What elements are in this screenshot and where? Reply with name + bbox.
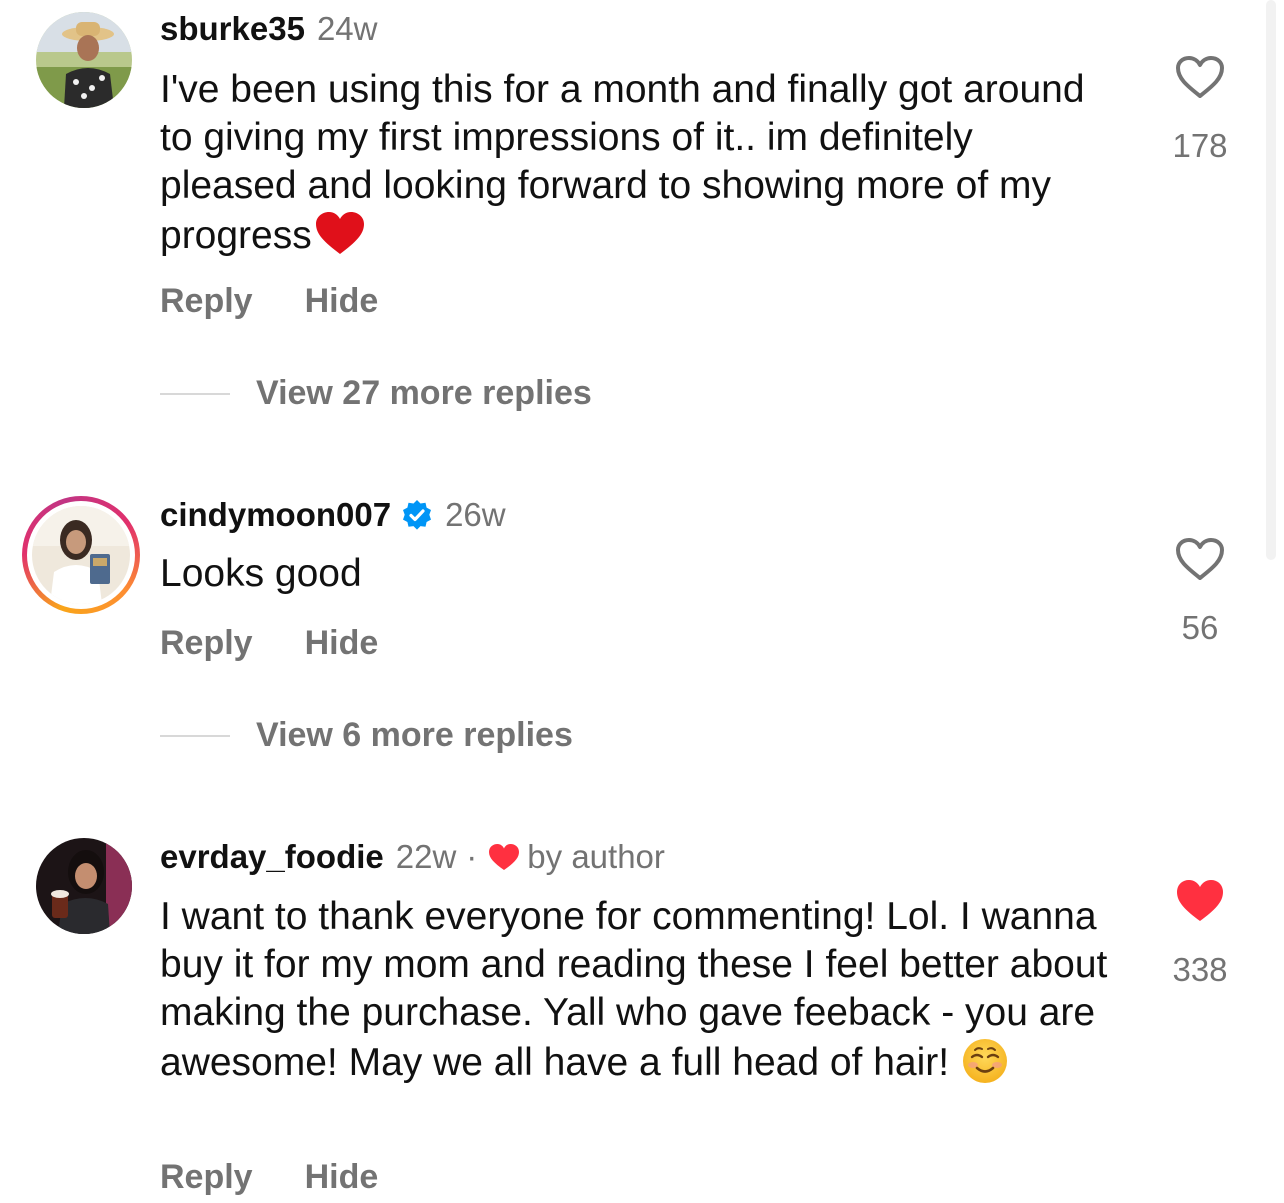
comment-timestamp: 24w (316, 10, 378, 47)
like-column: 338 (1140, 878, 1260, 989)
comment-text: I want to thank everyone for commenting!… (160, 893, 1120, 1097)
view-replies-label: View 6 more replies (256, 716, 573, 754)
heart-filled-icon[interactable] (1174, 878, 1226, 929)
comment-body: Looks good (160, 552, 362, 595)
like-count: 56 (1181, 609, 1219, 646)
separator-dot: · (466, 838, 478, 875)
username[interactable]: cindymoon007 (160, 496, 391, 534)
reply-button[interactable]: Reply (160, 282, 253, 321)
reply-button[interactable]: Reply (160, 624, 253, 663)
view-replies-button[interactable]: View 6 more replies (160, 716, 573, 755)
like-count: 338 (1172, 951, 1228, 988)
avatar-story-ring[interactable] (22, 496, 140, 614)
avatar-image (32, 506, 130, 604)
like-count: 178 (1172, 127, 1228, 164)
replies-divider-line (160, 734, 230, 737)
heart-outline-icon[interactable] (1174, 54, 1226, 105)
reply-button[interactable]: Reply (160, 1158, 253, 1197)
view-replies-button[interactable]: View 27 more replies (160, 374, 592, 413)
by-author-label: by author (527, 838, 665, 875)
view-replies-label: View 27 more replies (256, 374, 592, 412)
hide-button[interactable]: Hide (305, 624, 379, 663)
comment-timestamp: 26w (445, 496, 506, 533)
red-heart-emoji (314, 210, 366, 268)
replies-divider-line (160, 392, 230, 395)
comment-timestamp: 22w (395, 838, 457, 875)
comment-body: I've been using this for a month and fin… (160, 68, 1085, 257)
hide-button[interactable]: Hide (305, 1158, 379, 1197)
heart-outline-icon[interactable] (1174, 536, 1226, 587)
username[interactable]: evrday_foodie (160, 838, 384, 876)
verified-badge-icon (401, 499, 433, 531)
avatar[interactable] (36, 838, 132, 934)
author-like-badge: by author (487, 838, 665, 876)
username[interactable]: sburke35 (160, 10, 305, 48)
hide-button[interactable]: Hide (305, 282, 379, 321)
avatar-image (36, 12, 132, 108)
smiling-face-emoji (961, 1037, 1009, 1097)
comment-text: Looks good (160, 550, 1120, 598)
like-column: 56 (1140, 536, 1260, 647)
scrollbar[interactable] (1266, 0, 1276, 560)
like-column: 178 (1140, 54, 1260, 165)
avatar-image (36, 838, 132, 934)
filled-heart-icon (489, 844, 520, 870)
comment-text: I've been using this for a month and fin… (160, 66, 1120, 268)
avatar[interactable] (36, 12, 132, 108)
